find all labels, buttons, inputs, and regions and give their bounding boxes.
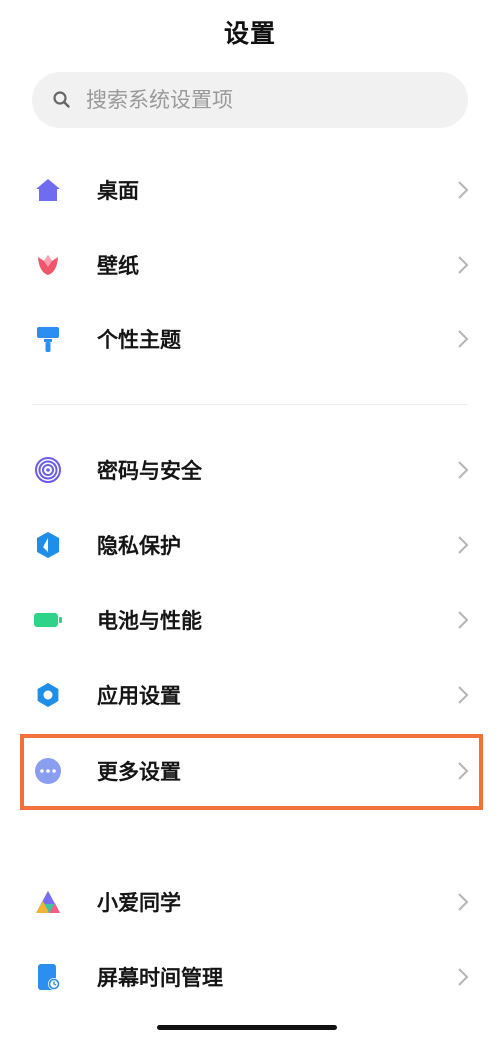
settings-item-battery-performance[interactable]: 电池与性能 [0,583,500,657]
fingerprint-icon [32,454,64,486]
search-input[interactable] [84,87,448,113]
settings-item-privacy[interactable]: 隐私保护 [0,508,500,582]
screen-time-icon [32,961,64,993]
settings-item-screen-time[interactable]: 屏幕时间管理 [0,940,500,1014]
settings-item-password-security[interactable]: 密码与安全 [0,433,500,507]
settings-item-label: 小爱同学 [97,891,181,915]
settings-item-label: 应用设置 [97,684,181,708]
paint-brush-icon [32,323,64,355]
chevron-right-icon [458,893,469,911]
settings-item-label: 电池与性能 [97,609,202,633]
shield-icon [32,529,64,561]
section-divider [32,404,468,405]
settings-item-label: 个性主题 [97,328,181,352]
gear-icon [32,679,64,711]
settings-item-themes[interactable]: 个性主题 [0,302,500,376]
chevron-right-icon [458,256,469,274]
settings-item-app-settings[interactable]: 应用设置 [0,658,500,732]
xiaoai-icon [32,886,64,918]
settings-item-label: 桌面 [97,179,139,203]
settings-item-label: 隐私保护 [97,534,181,558]
chevron-right-icon [458,330,469,348]
chevron-right-icon [458,686,469,704]
home-icon [32,174,64,206]
settings-item-wallpaper[interactable]: 壁纸 [0,228,500,302]
settings-item-label: 壁纸 [97,254,139,278]
chevron-right-icon [458,536,469,554]
chevron-right-icon [458,611,469,629]
settings-item-xiaoai[interactable]: 小爱同学 [0,865,500,939]
battery-icon [32,604,64,636]
search-icon [53,91,70,108]
chevron-right-icon [458,968,469,986]
settings-item-desktop[interactable]: 桌面 [0,153,500,227]
home-indicator[interactable] [157,1025,337,1030]
chevron-right-icon [458,181,469,199]
page-title: 设置 [223,19,276,48]
search-bar[interactable] [32,72,468,128]
tulip-icon [32,249,64,281]
settings-item-label: 屏幕时间管理 [97,966,223,990]
settings-item-label: 密码与安全 [97,459,202,483]
chevron-right-icon [458,461,469,479]
highlight-box [20,734,483,810]
